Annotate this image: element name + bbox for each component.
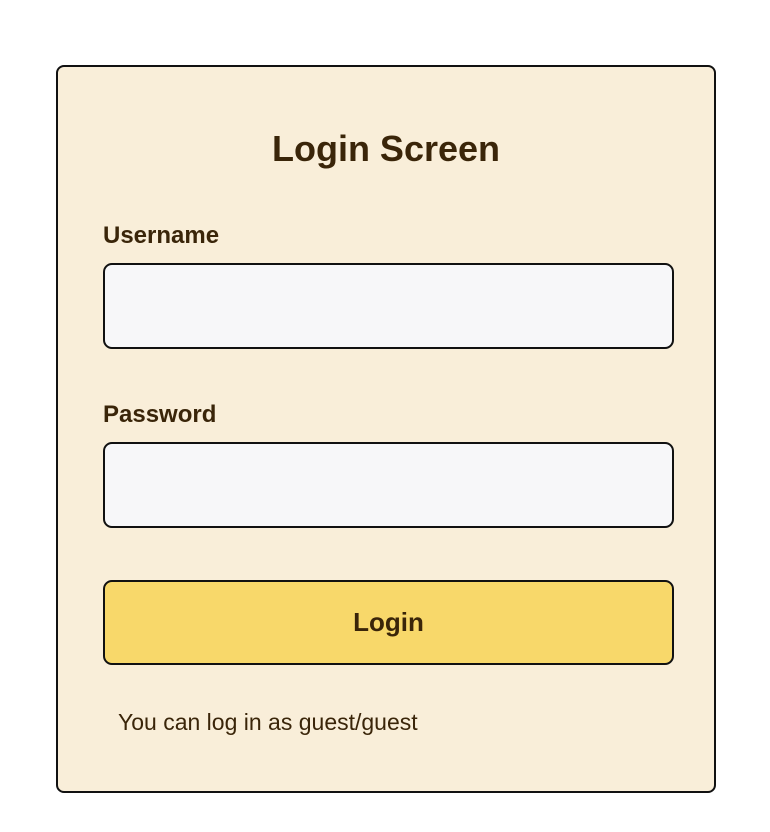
page-title: Login Screen xyxy=(271,128,501,169)
username-label: Username xyxy=(103,222,220,249)
password-input[interactable] xyxy=(103,442,674,528)
login-button[interactable]: Login xyxy=(103,580,674,665)
login-hint: You can log in as guest/guest xyxy=(118,709,418,735)
password-label: Password xyxy=(103,401,217,428)
username-input[interactable] xyxy=(103,263,674,349)
login-card: Login Screen Username Password Login You… xyxy=(56,65,716,793)
